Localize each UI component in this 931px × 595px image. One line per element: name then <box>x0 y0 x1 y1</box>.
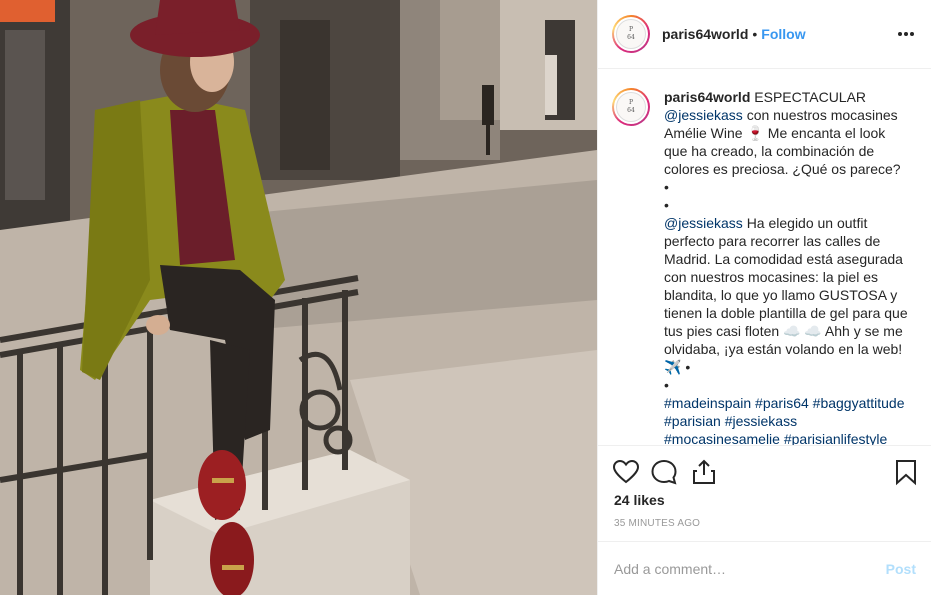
bullet: • <box>664 179 669 195</box>
post-side-panel: P 64 paris64world • Follow P 64 paris64w… <box>597 0 931 595</box>
comments-section[interactable]: P 64 paris64world ESPECTACULAR @jessieka… <box>598 70 931 445</box>
caption-avatar[interactable]: P 64 <box>612 88 650 126</box>
bullet: • <box>664 377 669 393</box>
hashtags[interactable]: #madeinspain #paris64 #baggyattitude #pa… <box>664 395 905 429</box>
bullet: • <box>664 197 669 213</box>
post-header: P 64 paris64world • Follow <box>598 0 931 69</box>
post-comment-button[interactable]: Post <box>886 561 916 577</box>
caption: P 64 paris64world ESPECTACULAR @jessieka… <box>612 88 918 445</box>
comment-icon[interactable] <box>650 458 678 486</box>
comment-box: Post <box>598 541 931 595</box>
mention-link[interactable]: @jessiekass <box>664 107 743 123</box>
post-photo[interactable] <box>0 0 597 595</box>
mention-link[interactable]: @jessiekass <box>664 215 743 231</box>
brand-logo: P 64 <box>616 19 646 49</box>
actions-section: 24 likes 35 MINUTES AGO Post <box>598 445 931 595</box>
likes-count[interactable]: 24 likes <box>614 492 665 508</box>
follow-button[interactable]: Follow <box>761 26 805 42</box>
separator-dot: • <box>752 26 758 42</box>
post-photo-illustration <box>0 0 597 595</box>
bookmark-icon[interactable] <box>892 458 920 486</box>
caption-text-3: Ha elegido un outfit perfecto para recor… <box>664 215 908 375</box>
avatar[interactable]: P 64 <box>612 15 650 53</box>
caption-username[interactable]: paris64world <box>664 89 750 105</box>
caption-text: paris64world ESPECTACULAR @jessiekass co… <box>664 88 912 445</box>
more-options-icon[interactable] <box>896 24 916 44</box>
brand-logo: P 64 <box>616 92 646 122</box>
post-timestamp[interactable]: 35 MINUTES AGO <box>614 518 700 529</box>
caption-text-1: ESPECTACULAR <box>754 89 867 105</box>
header-username[interactable]: paris64world <box>662 26 748 42</box>
heart-icon[interactable] <box>612 458 640 486</box>
comment-input[interactable] <box>614 561 886 577</box>
share-icon[interactable] <box>690 458 718 486</box>
action-icons <box>612 458 918 488</box>
hashtags-more[interactable]: #mocasinesamelie #parisianlifestyle <box>664 431 887 445</box>
